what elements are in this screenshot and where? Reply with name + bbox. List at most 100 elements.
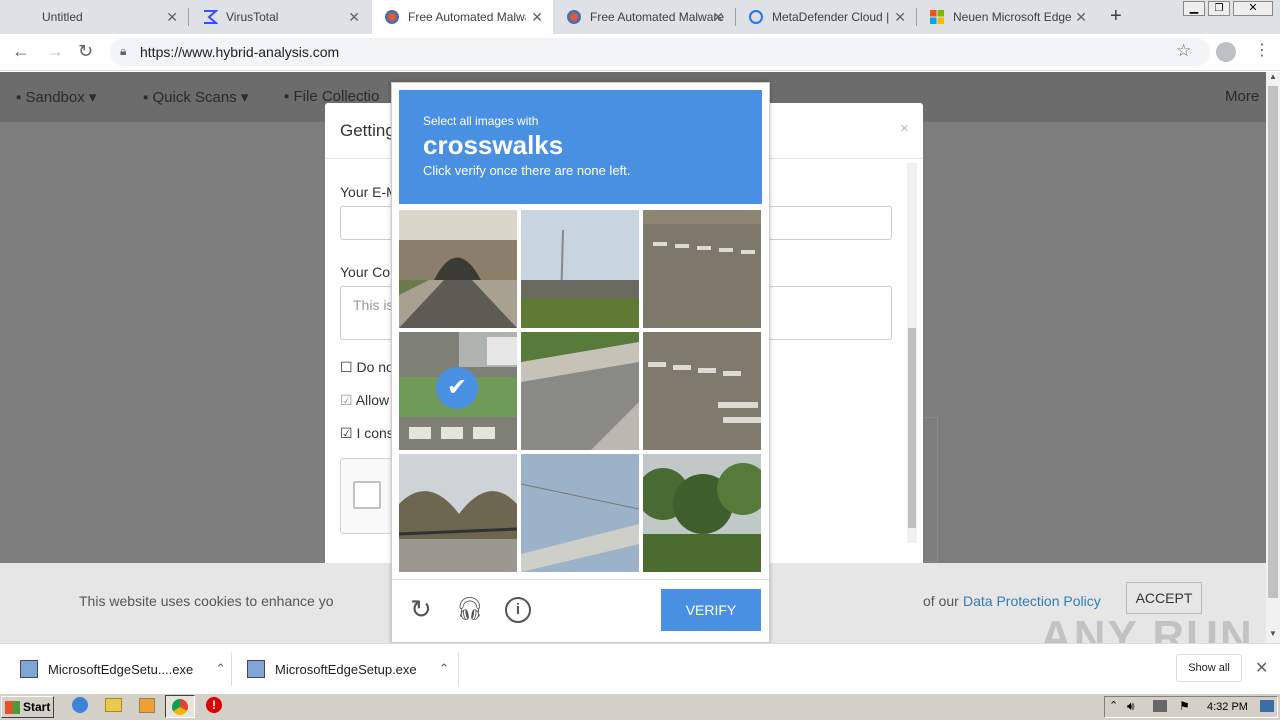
clock: 4:32 PM — [1207, 701, 1248, 713]
captcha-tile-1[interactable] — [399, 210, 517, 328]
tab-hybrid-analysis-2[interactable]: Free Automated Malware ✕ — [554, 0, 734, 34]
bookmark-star-icon[interactable]: ☆ — [1176, 41, 1191, 61]
profile-avatar[interactable] — [1216, 42, 1236, 62]
close-icon[interactable]: ✕ — [166, 9, 178, 26]
captcha-tile-5[interactable] — [521, 332, 639, 450]
folder-icon[interactable] — [105, 698, 122, 712]
minimize-icon[interactable]: ▁ — [1183, 1, 1205, 16]
close-shelf-icon[interactable]: ✕ — [1255, 658, 1268, 678]
download-shelf: MicrosoftEdgeSetu....exe ⌃ MicrosoftEdge… — [0, 643, 1280, 693]
chevron-up-icon[interactable]: ⌃ — [215, 661, 226, 677]
captcha-subtext: Click verify once there are none left. — [423, 163, 631, 178]
tray-arrow-icon[interactable]: ⌃ — [1109, 699, 1118, 712]
system-tray: ⌃ 🔊︎ ⚑ 4:32 PM — [1104, 696, 1278, 718]
ie-icon[interactable] — [72, 697, 88, 713]
captcha-tile-4[interactable]: ✔ — [399, 332, 517, 450]
volume-icon[interactable]: 🔊︎ — [1127, 699, 1135, 714]
captcha-tile-3[interactable] — [643, 210, 761, 328]
tab-microsoft-edge[interactable]: Neuen Microsoft Edge-B ✕ — [917, 0, 1097, 34]
tab-title: MetaDefender Cloud | R — [772, 10, 890, 24]
tab-title: Untitled — [42, 10, 83, 24]
scroll-up-icon[interactable]: ▲ — [1269, 72, 1277, 81]
close-icon[interactable]: ✕ — [1075, 9, 1087, 26]
captcha-tile-7[interactable] — [399, 454, 517, 572]
media-player-icon[interactable] — [139, 698, 155, 713]
windows-logo-icon — [5, 700, 20, 714]
captcha-keyword: crosswalks — [423, 130, 564, 160]
chrome-icon — [172, 699, 188, 715]
nav-label: Sandbox — [25, 89, 85, 106]
cookie-text-right: of our — [923, 593, 959, 609]
checkbox-row-3[interactable]: ☑ I cons — [340, 425, 394, 442]
nav-quick-scans[interactable]: ▪ Quick Scans ▾ — [143, 88, 248, 106]
captcha-tile-8[interactable] — [521, 454, 639, 572]
microsoft-icon — [929, 9, 945, 25]
start-button[interactable]: Start — [1, 696, 54, 718]
nav-label: Quick Scans — [152, 89, 237, 106]
alert-icon[interactable]: ! — [206, 697, 222, 713]
checkmark-icon: ✔ — [436, 367, 478, 409]
download-item-2[interactable]: MicrosoftEdgeSetup.exe ⌃ — [247, 644, 457, 694]
reload-challenge-icon[interactable]: ↻ — [410, 594, 432, 625]
captcha-instruction: Select all images with — [423, 114, 539, 128]
url-text: https://www.hybrid-analysis.com — [140, 44, 340, 60]
nav-sandbox[interactable]: ▪ Sandbox ▾ — [16, 88, 96, 106]
close-icon[interactable]: ✕ — [712, 9, 724, 26]
tab-untitled[interactable]: Untitled ✕ — [0, 0, 188, 34]
hybrid-analysis-icon — [384, 9, 400, 25]
email-label: Your E-M — [340, 184, 398, 200]
back-icon[interactable]: ← — [12, 41, 30, 62]
tab-title: Neuen Microsoft Edge-B — [953, 10, 1071, 24]
close-icon[interactable]: ✕ — [894, 9, 906, 26]
download-item-1[interactable]: MicrosoftEdgeSetu....exe ⌃ — [20, 644, 230, 694]
restore-icon[interactable]: ❐ — [1208, 1, 1230, 16]
reload-icon[interactable]: ↻ — [78, 41, 93, 62]
checkbox-label: Allow — [355, 392, 390, 408]
file-icon — [20, 660, 38, 678]
captcha-footer: ↻ 🎧︎ i VERIFY — [392, 579, 769, 643]
address-bar[interactable]: 🔒︎ https://www.hybrid-analysis.com ☆ — [110, 38, 1210, 66]
show-all-button[interactable]: Show all — [1176, 654, 1242, 682]
modal-scrollbar[interactable] — [907, 163, 917, 543]
verify-button[interactable]: VERIFY — [661, 589, 761, 631]
hybrid-analysis-icon — [566, 9, 582, 25]
comment-placeholder: This is — [353, 297, 394, 313]
tab-metadefender[interactable]: MetaDefender Cloud | R ✕ — [736, 0, 916, 34]
captcha-tile-6[interactable] — [643, 332, 761, 450]
menu-icon[interactable]: ⋮ — [1254, 40, 1270, 60]
close-icon[interactable]: ✕ — [531, 9, 543, 26]
browser-toolbar: ← → ↻ 🔒︎ https://www.hybrid-analysis.com… — [0, 34, 1280, 71]
accept-button[interactable]: ACCEPT — [1126, 582, 1202, 614]
captcha-tile-2[interactable] — [521, 210, 639, 328]
download-filename: MicrosoftEdgeSetup.exe — [275, 661, 417, 677]
tab-strip: Untitled ✕ VirusTotal ✕ Free Automated M… — [0, 0, 1280, 34]
cookie-text: This website uses cookies to enhance yo — [79, 593, 334, 609]
flag-icon[interactable]: ⚑ — [1179, 699, 1190, 713]
info-icon[interactable]: i — [505, 597, 531, 623]
close-icon[interactable]: ✕ — [348, 9, 360, 26]
chrome-taskbar-button[interactable] — [165, 695, 195, 718]
page-scrollbar[interactable]: ▲ ▼ — [1266, 72, 1280, 643]
metadefender-icon — [748, 9, 764, 25]
forward-icon[interactable]: → — [46, 41, 64, 62]
chevron-up-icon[interactable]: ⌃ — [439, 661, 450, 677]
modal-title: Getting — [340, 121, 395, 140]
tab-hybrid-analysis-active[interactable]: Free Automated Malware ✕ — [372, 0, 553, 34]
window-close-icon[interactable]: ✕ — [1233, 1, 1273, 16]
captcha-header: Select all images with crosswalks Click … — [399, 90, 762, 204]
new-tab-icon[interactable]: + — [1110, 5, 1122, 28]
checkbox-label: Do no — [356, 359, 394, 375]
checkbox-row-1[interactable]: ☐ Do no — [340, 359, 394, 376]
checkbox-row-2[interactable]: ☑ Allow — [340, 392, 389, 409]
tab-virustotal[interactable]: VirusTotal ✕ — [190, 0, 370, 34]
modal-close-icon[interactable]: × — [900, 120, 909, 137]
windows-taskbar: Start ! ⌃ 🔊︎ ⚑ 4:32 PM — [0, 693, 1280, 720]
show-desktop-icon[interactable] — [1260, 700, 1274, 712]
captcha-tile-9[interactable] — [643, 454, 761, 572]
recaptcha-checkbox[interactable] — [353, 481, 381, 509]
network-icon[interactable] — [1153, 700, 1167, 712]
audio-challenge-icon[interactable]: 🎧︎ — [456, 596, 484, 622]
data-protection-link[interactable]: Data Protection Policy — [963, 593, 1101, 609]
nav-more[interactable]: More — [1225, 88, 1259, 105]
scroll-down-icon[interactable]: ▼ — [1269, 629, 1277, 638]
